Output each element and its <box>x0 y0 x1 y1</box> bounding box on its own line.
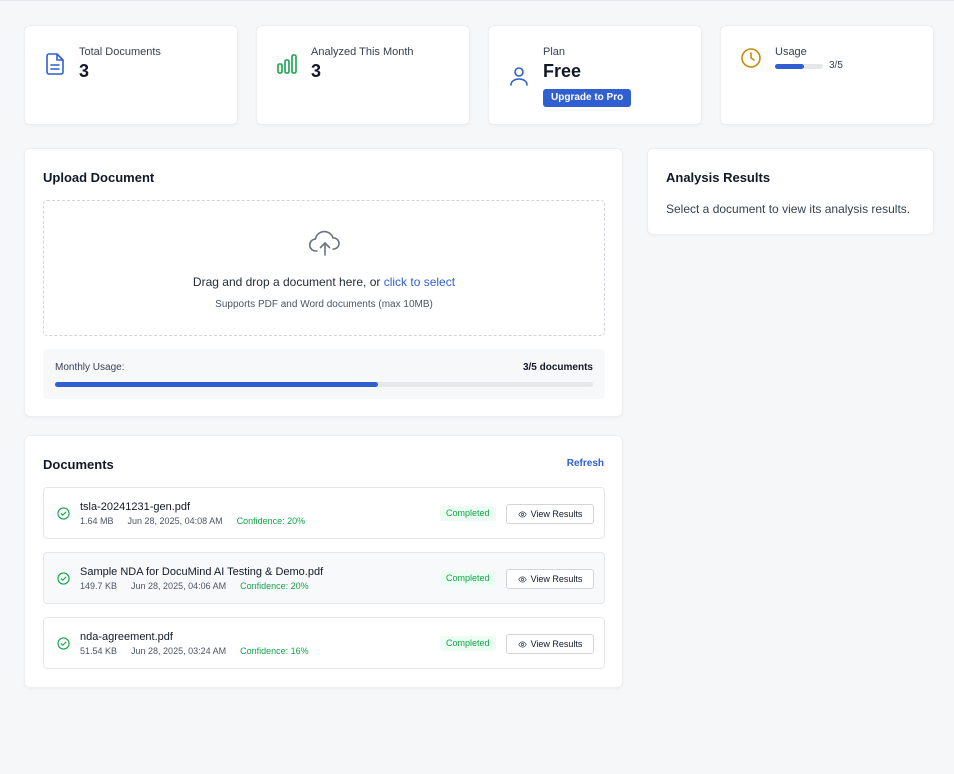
documents-card: Documents Refresh tsla-20241231-gen.pdf … <box>24 435 623 688</box>
document-name: tsla-20241231-gen.pdf <box>80 501 191 513</box>
eye-icon <box>517 640 527 648</box>
plan-value: Free <box>543 61 582 81</box>
status-badge: Completed <box>440 636 496 651</box>
document-confidence: Confidence: 20% <box>240 581 309 591</box>
stat-card-plan: Plan Free Upgrade to Pro <box>488 25 702 125</box>
document-size: 51.54 KB <box>80 646 118 656</box>
usage-value: 3/5 <box>829 60 843 71</box>
stat-value: 3 <box>311 61 322 81</box>
upgrade-button[interactable]: Upgrade to Pro <box>543 89 632 107</box>
view-results-label: View Results <box>530 639 583 649</box>
stat-label: Plan <box>543 46 566 58</box>
supports-text: Supports PDF and Word documents (max 10M… <box>215 299 433 310</box>
document-meta: 51.54 KB Jun 28, 2025, 03:24 AM Confidence… <box>80 646 323 656</box>
document-meta: 149.7 KB Jun 28, 2025, 04:06 AM Confidence… <box>80 581 323 591</box>
document-row: Sample NDA for DocuMind AI Testing & Dem… <box>43 552 605 604</box>
check-circle-icon <box>57 507 70 520</box>
document-name: Sample NDA for DocuMind AI Testing & Dem… <box>80 566 324 578</box>
analysis-results-empty-text: Select a document to view its analysis r… <box>666 202 911 216</box>
user-icon <box>510 67 528 86</box>
document-row: nda-agreement.pdf 51.54 KB Jun 28, 2025, … <box>43 617 605 669</box>
document-name: nda-agreement.pdf <box>80 631 173 643</box>
document-date: Jun 28, 2025, 04:06 AM <box>131 581 227 591</box>
view-results-label: View Results <box>530 574 583 584</box>
document-size: 1.64 MB <box>80 516 114 526</box>
bar-chart-icon <box>277 54 297 74</box>
clock-icon <box>741 48 761 68</box>
upload-card: Upload Document Drag and drop a document… <box>24 148 623 417</box>
stat-label: Usage <box>775 46 807 58</box>
document-date: Jun 28, 2025, 04:08 AM <box>127 516 223 526</box>
usage-progress-bar <box>775 64 823 69</box>
monthly-usage-panel: Monthly Usage: 3/5 documents <box>43 349 605 399</box>
analysis-results-title: Analysis Results <box>666 170 771 185</box>
document-meta: 1.64 MB Jun 28, 2025, 04:08 AM Confidence:… <box>80 516 319 526</box>
stat-card-usage: Usage 3/5 <box>720 25 934 125</box>
document-confidence: Confidence: 20% <box>236 516 306 526</box>
stat-card-total-documents: Total Documents 3 <box>24 25 238 125</box>
check-circle-icon <box>57 637 70 650</box>
view-results-button[interactable]: View Results <box>506 569 594 589</box>
document-confidence: Confidence: 16% <box>240 646 309 656</box>
stat-card-analyzed-month: Analyzed This Month 3 <box>256 25 470 125</box>
view-results-button[interactable]: View Results <box>506 504 594 524</box>
stat-value: 3 <box>79 61 90 81</box>
check-circle-icon <box>57 572 70 585</box>
eye-icon <box>517 575 527 583</box>
eye-icon <box>517 510 527 518</box>
refresh-button[interactable]: Refresh <box>567 458 604 469</box>
drop-text: Drag and drop a document here, or click … <box>44 275 604 289</box>
document-date: Jun 28, 2025, 03:24 AM <box>131 646 227 656</box>
view-results-button[interactable]: View Results <box>506 634 594 654</box>
select-file-link[interactable]: click to select <box>384 275 455 289</box>
monthly-usage-fill <box>55 382 378 387</box>
status-badge: Completed <box>440 571 496 586</box>
drop-instruction: Drag and drop a document here, or <box>192 275 384 289</box>
stat-label: Total Documents <box>79 46 161 58</box>
monthly-usage-label: Monthly Usage: <box>55 362 125 373</box>
status-badge: Completed <box>440 506 496 521</box>
dropzone[interactable]: Drag and drop a document here, or click … <box>43 200 605 336</box>
view-results-label: View Results <box>530 509 583 519</box>
upload-title: Upload Document <box>43 170 155 185</box>
stat-label: Analyzed This Month <box>311 46 414 58</box>
monthly-usage-count: 3/5 documents <box>522 362 593 373</box>
usage-progress-fill <box>775 64 804 69</box>
cloud-upload-icon <box>308 230 340 256</box>
document-icon <box>46 53 64 75</box>
monthly-usage-bar <box>55 382 593 387</box>
document-row: tsla-20241231-gen.pdf 1.64 MB Jun 28, 202… <box>43 487 605 539</box>
document-size: 149.7 KB <box>80 581 118 591</box>
documents-title: Documents <box>43 457 114 472</box>
analysis-results-card: Analysis Results Select a document to vi… <box>647 148 934 235</box>
